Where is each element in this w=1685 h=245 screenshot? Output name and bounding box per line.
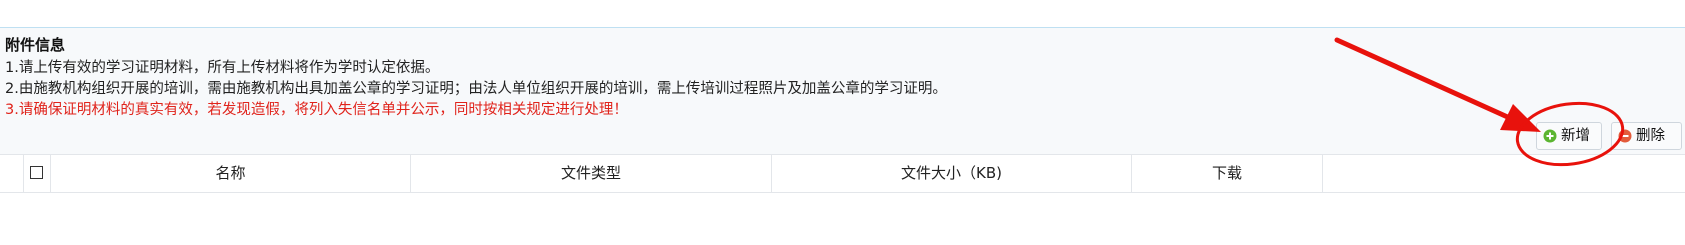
row-number-header	[0, 155, 24, 192]
note-1: 1.请上传有效的学习证明材料，所有上传材料将作为学时认定依据。	[5, 60, 440, 76]
column-header-file-type[interactable]: 文件类型	[411, 155, 772, 192]
column-header-download[interactable]: 下载	[1132, 155, 1323, 192]
add-button-label: 新增	[1561, 128, 1590, 144]
attachment-table-header: 名称 文件类型 文件大小（KB) 下载	[0, 154, 1685, 193]
instruction-notes: 1.请上传有效的学习证明材料，所有上传材料将作为学时认定依据。 2.由施教机构组…	[5, 58, 947, 121]
attachment-page: 附件信息 1.请上传有效的学习证明材料，所有上传材料将作为学时认定依据。 2.由…	[0, 0, 1685, 245]
delete-button-label: 删除	[1636, 128, 1665, 144]
note-3-warning: 3.请确保证明材料的真实有效，若发现造假，将列入失信名单并公示，同时按相关规定进…	[5, 102, 628, 118]
column-header-name[interactable]: 名称	[51, 155, 411, 192]
minus-circle-icon	[1618, 129, 1632, 143]
delete-button[interactable]: 删除	[1611, 122, 1682, 150]
select-all-header	[24, 155, 51, 192]
column-header-file-size[interactable]: 文件大小（KB)	[772, 155, 1132, 192]
note-2: 2.由施教机构组织开展的培训，需由施教机构出具加盖公章的学习证明；由法人单位组织…	[5, 81, 947, 97]
select-all-checkbox[interactable]	[30, 166, 43, 179]
section-title: 附件信息	[5, 36, 66, 54]
column-header-filler	[1323, 155, 1685, 192]
plus-circle-icon	[1543, 129, 1557, 143]
add-button[interactable]: 新增	[1536, 122, 1602, 150]
